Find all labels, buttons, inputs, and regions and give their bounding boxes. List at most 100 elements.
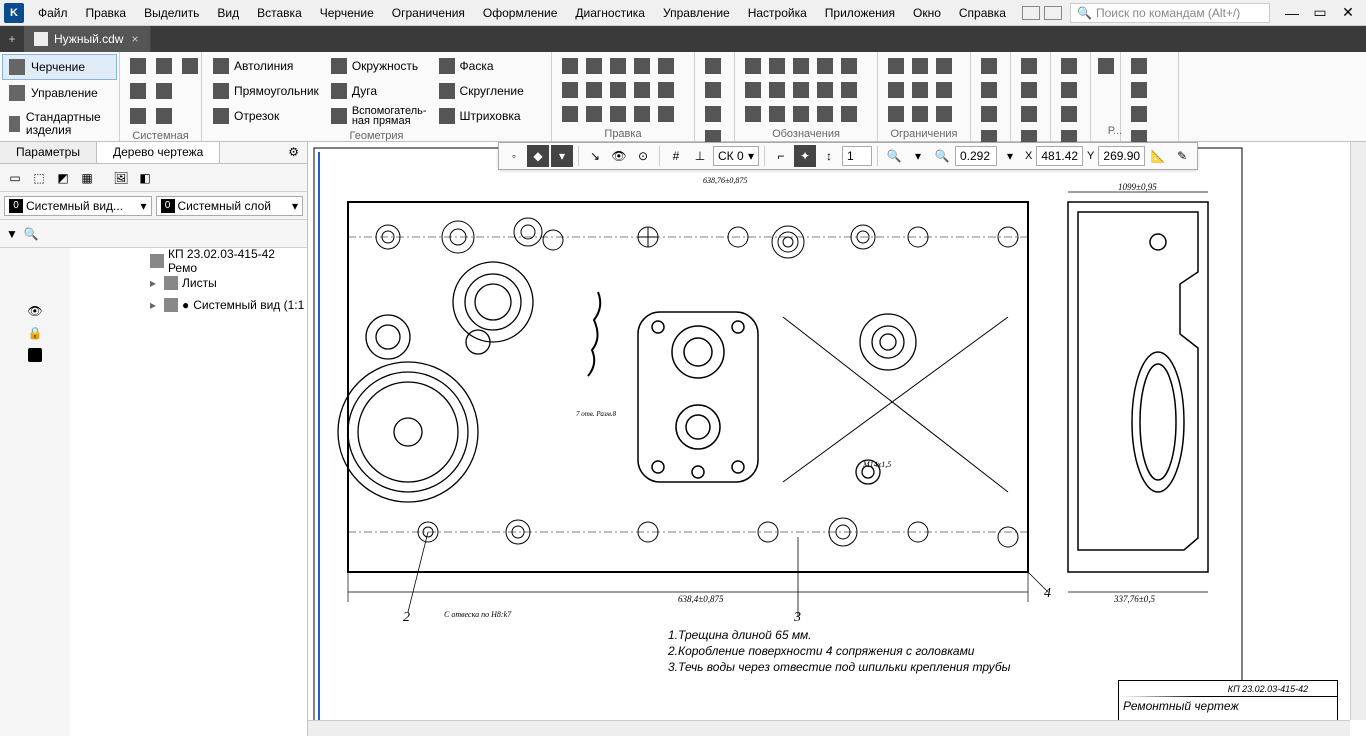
menu-manage[interactable]: Управление xyxy=(655,3,738,23)
menu-help[interactable]: Справка xyxy=(951,3,1014,23)
mdi-minimize-icon[interactable] xyxy=(1022,6,1040,20)
tool-button[interactable] xyxy=(813,78,837,102)
step-field[interactable]: 1 xyxy=(842,146,872,166)
tool-button[interactable] xyxy=(765,54,789,78)
tab-parameters[interactable]: Параметры xyxy=(0,142,97,163)
menu-diagnostics[interactable]: Диагностика xyxy=(567,3,653,23)
fillet-button[interactable]: Скругление xyxy=(434,79,529,103)
window-close[interactable]: ✕ xyxy=(1334,2,1362,24)
menu-insert[interactable]: Вставка xyxy=(249,3,310,23)
menu-select[interactable]: Выделить xyxy=(136,3,207,23)
filter-icon[interactable]: ▼ xyxy=(6,227,18,241)
tool-button[interactable] xyxy=(654,78,678,102)
tool-button[interactable] xyxy=(1127,54,1151,78)
eye-icon[interactable]: 👁 xyxy=(27,304,42,318)
print-button[interactable] xyxy=(126,79,150,103)
tool-button[interactable] xyxy=(884,102,908,126)
tool-button[interactable] xyxy=(789,54,813,78)
tool-button[interactable] xyxy=(741,102,765,126)
tool-button[interactable] xyxy=(908,78,932,102)
grid-button[interactable]: # xyxy=(665,145,687,167)
tab-tree[interactable]: Дерево чертежа xyxy=(97,142,220,163)
fb-eraser[interactable]: ◆ xyxy=(527,145,549,167)
tool-button[interactable] xyxy=(582,102,606,126)
mode-drawing[interactable]: Черчение xyxy=(2,54,117,80)
command-search[interactable]: 🔍 Поиск по командам (Alt+/) xyxy=(1070,3,1270,23)
fb-btn[interactable]: ⊥ xyxy=(689,145,711,167)
tool-button[interactable] xyxy=(1057,78,1081,102)
tool-button[interactable] xyxy=(1017,78,1041,102)
chamfer-button[interactable]: Фаска xyxy=(434,54,529,78)
tool-button[interactable] xyxy=(654,102,678,126)
aux-line-button[interactable]: Вспомогатель- ная прямая xyxy=(326,104,432,128)
tree-btn-6[interactable]: ◧ xyxy=(134,167,156,189)
mode-manage[interactable]: Управление xyxy=(2,80,117,106)
segment-button[interactable]: Отрезок xyxy=(208,104,324,128)
lock-icon[interactable]: 🔒 xyxy=(28,326,43,340)
menu-drawing[interactable]: Черчение xyxy=(312,3,382,23)
zoom-field[interactable]: 0.292 xyxy=(955,146,997,166)
fb-btn[interactable]: ◦ xyxy=(503,145,525,167)
tree-btn-5[interactable]: 🖼 xyxy=(110,167,132,189)
expand-icon[interactable]: ▸ xyxy=(150,276,160,290)
layer-combo[interactable]: 0Системный слой▾ xyxy=(156,196,304,216)
tool-button[interactable] xyxy=(630,54,654,78)
undo-button[interactable] xyxy=(126,104,150,128)
floating-toolbar[interactable]: ◦ ◆ ▾ ↘ 👁 ⊙ # ⊥ СК 0▾ ⌐ ✦ ↕ 1 🔍 ▾ 🔍 0.29… xyxy=(498,142,1198,170)
fb-btn[interactable]: ⌐ xyxy=(770,145,792,167)
drawing-tree[interactable]: КП 23.02.03-415-42 Ремо ▸ Листы ▸ ● Сист… xyxy=(70,248,307,736)
close-tab-icon[interactable]: × xyxy=(129,32,140,46)
fb-snap[interactable]: ✦ xyxy=(794,145,816,167)
tree-system-view[interactable]: ▸ ● Системный вид (1:1 xyxy=(70,294,307,316)
tool-button[interactable] xyxy=(977,102,1001,126)
tool-button[interactable] xyxy=(884,54,908,78)
drawing-canvas[interactable]: ◦ ◆ ▾ ↘ 👁 ⊙ # ⊥ СК 0▾ ⌐ ✦ ↕ 1 🔍 ▾ 🔍 0.29… xyxy=(308,142,1366,736)
fb-dropdown[interactable]: ▾ xyxy=(551,145,573,167)
menu-edit[interactable]: Правка xyxy=(78,3,135,23)
expand-icon[interactable]: ▸ xyxy=(150,298,160,312)
tool-button[interactable] xyxy=(701,78,725,102)
preview-button[interactable] xyxy=(152,79,176,103)
tool-button[interactable] xyxy=(606,78,630,102)
mode-standard[interactable]: Стандартные изделия xyxy=(2,106,117,142)
eyedropper-icon[interactable]: ✎ xyxy=(1171,145,1193,167)
tool-button[interactable] xyxy=(932,54,956,78)
tool-button[interactable] xyxy=(813,102,837,126)
fb-measure[interactable]: 📐 xyxy=(1147,145,1169,167)
tree-root[interactable]: КП 23.02.03-415-42 Ремо xyxy=(70,250,307,272)
mdi-restore-icon[interactable] xyxy=(1044,6,1062,20)
tree-sheets[interactable]: ▸ Листы xyxy=(70,272,307,294)
y-field[interactable]: 269.90 xyxy=(1098,146,1145,166)
autoline-button[interactable]: Автолиния xyxy=(208,54,324,78)
tool-button[interactable] xyxy=(837,78,861,102)
fb-btn[interactable]: 👁 xyxy=(608,145,630,167)
tool-button[interactable] xyxy=(908,102,932,126)
arc-button[interactable]: Дуга xyxy=(326,79,432,103)
fb-btn[interactable]: ⊙ xyxy=(632,145,654,167)
tool-button[interactable] xyxy=(654,54,678,78)
window-maximize[interactable]: ▭ xyxy=(1306,2,1334,24)
fb-dropdown[interactable]: ▾ xyxy=(999,145,1021,167)
rectangle-button[interactable]: Прямоугольник xyxy=(208,79,324,103)
new-doc-button[interactable] xyxy=(126,54,150,78)
tool-button[interactable] xyxy=(582,54,606,78)
tool-button[interactable] xyxy=(932,102,956,126)
menu-format[interactable]: Оформление xyxy=(475,3,565,23)
tool-button[interactable] xyxy=(908,54,932,78)
tool-button[interactable] xyxy=(1097,54,1115,78)
tool-button[interactable] xyxy=(789,78,813,102)
tool-button[interactable] xyxy=(558,102,582,126)
tool-button[interactable] xyxy=(606,54,630,78)
zoom-fit-icon[interactable]: 🔍 xyxy=(931,145,953,167)
tool-button[interactable] xyxy=(1127,102,1151,126)
menu-file[interactable]: Файл xyxy=(30,3,76,23)
tool-button[interactable] xyxy=(1127,78,1151,102)
open-button[interactable] xyxy=(152,54,176,78)
tool-button[interactable] xyxy=(741,54,765,78)
tool-button[interactable] xyxy=(789,102,813,126)
tool-button[interactable] xyxy=(1017,102,1041,126)
tool-button[interactable] xyxy=(1057,54,1081,78)
panel-settings-icon[interactable]: ⚙ xyxy=(280,142,307,163)
tool-button[interactable] xyxy=(558,78,582,102)
menu-view[interactable]: Вид xyxy=(209,3,247,23)
